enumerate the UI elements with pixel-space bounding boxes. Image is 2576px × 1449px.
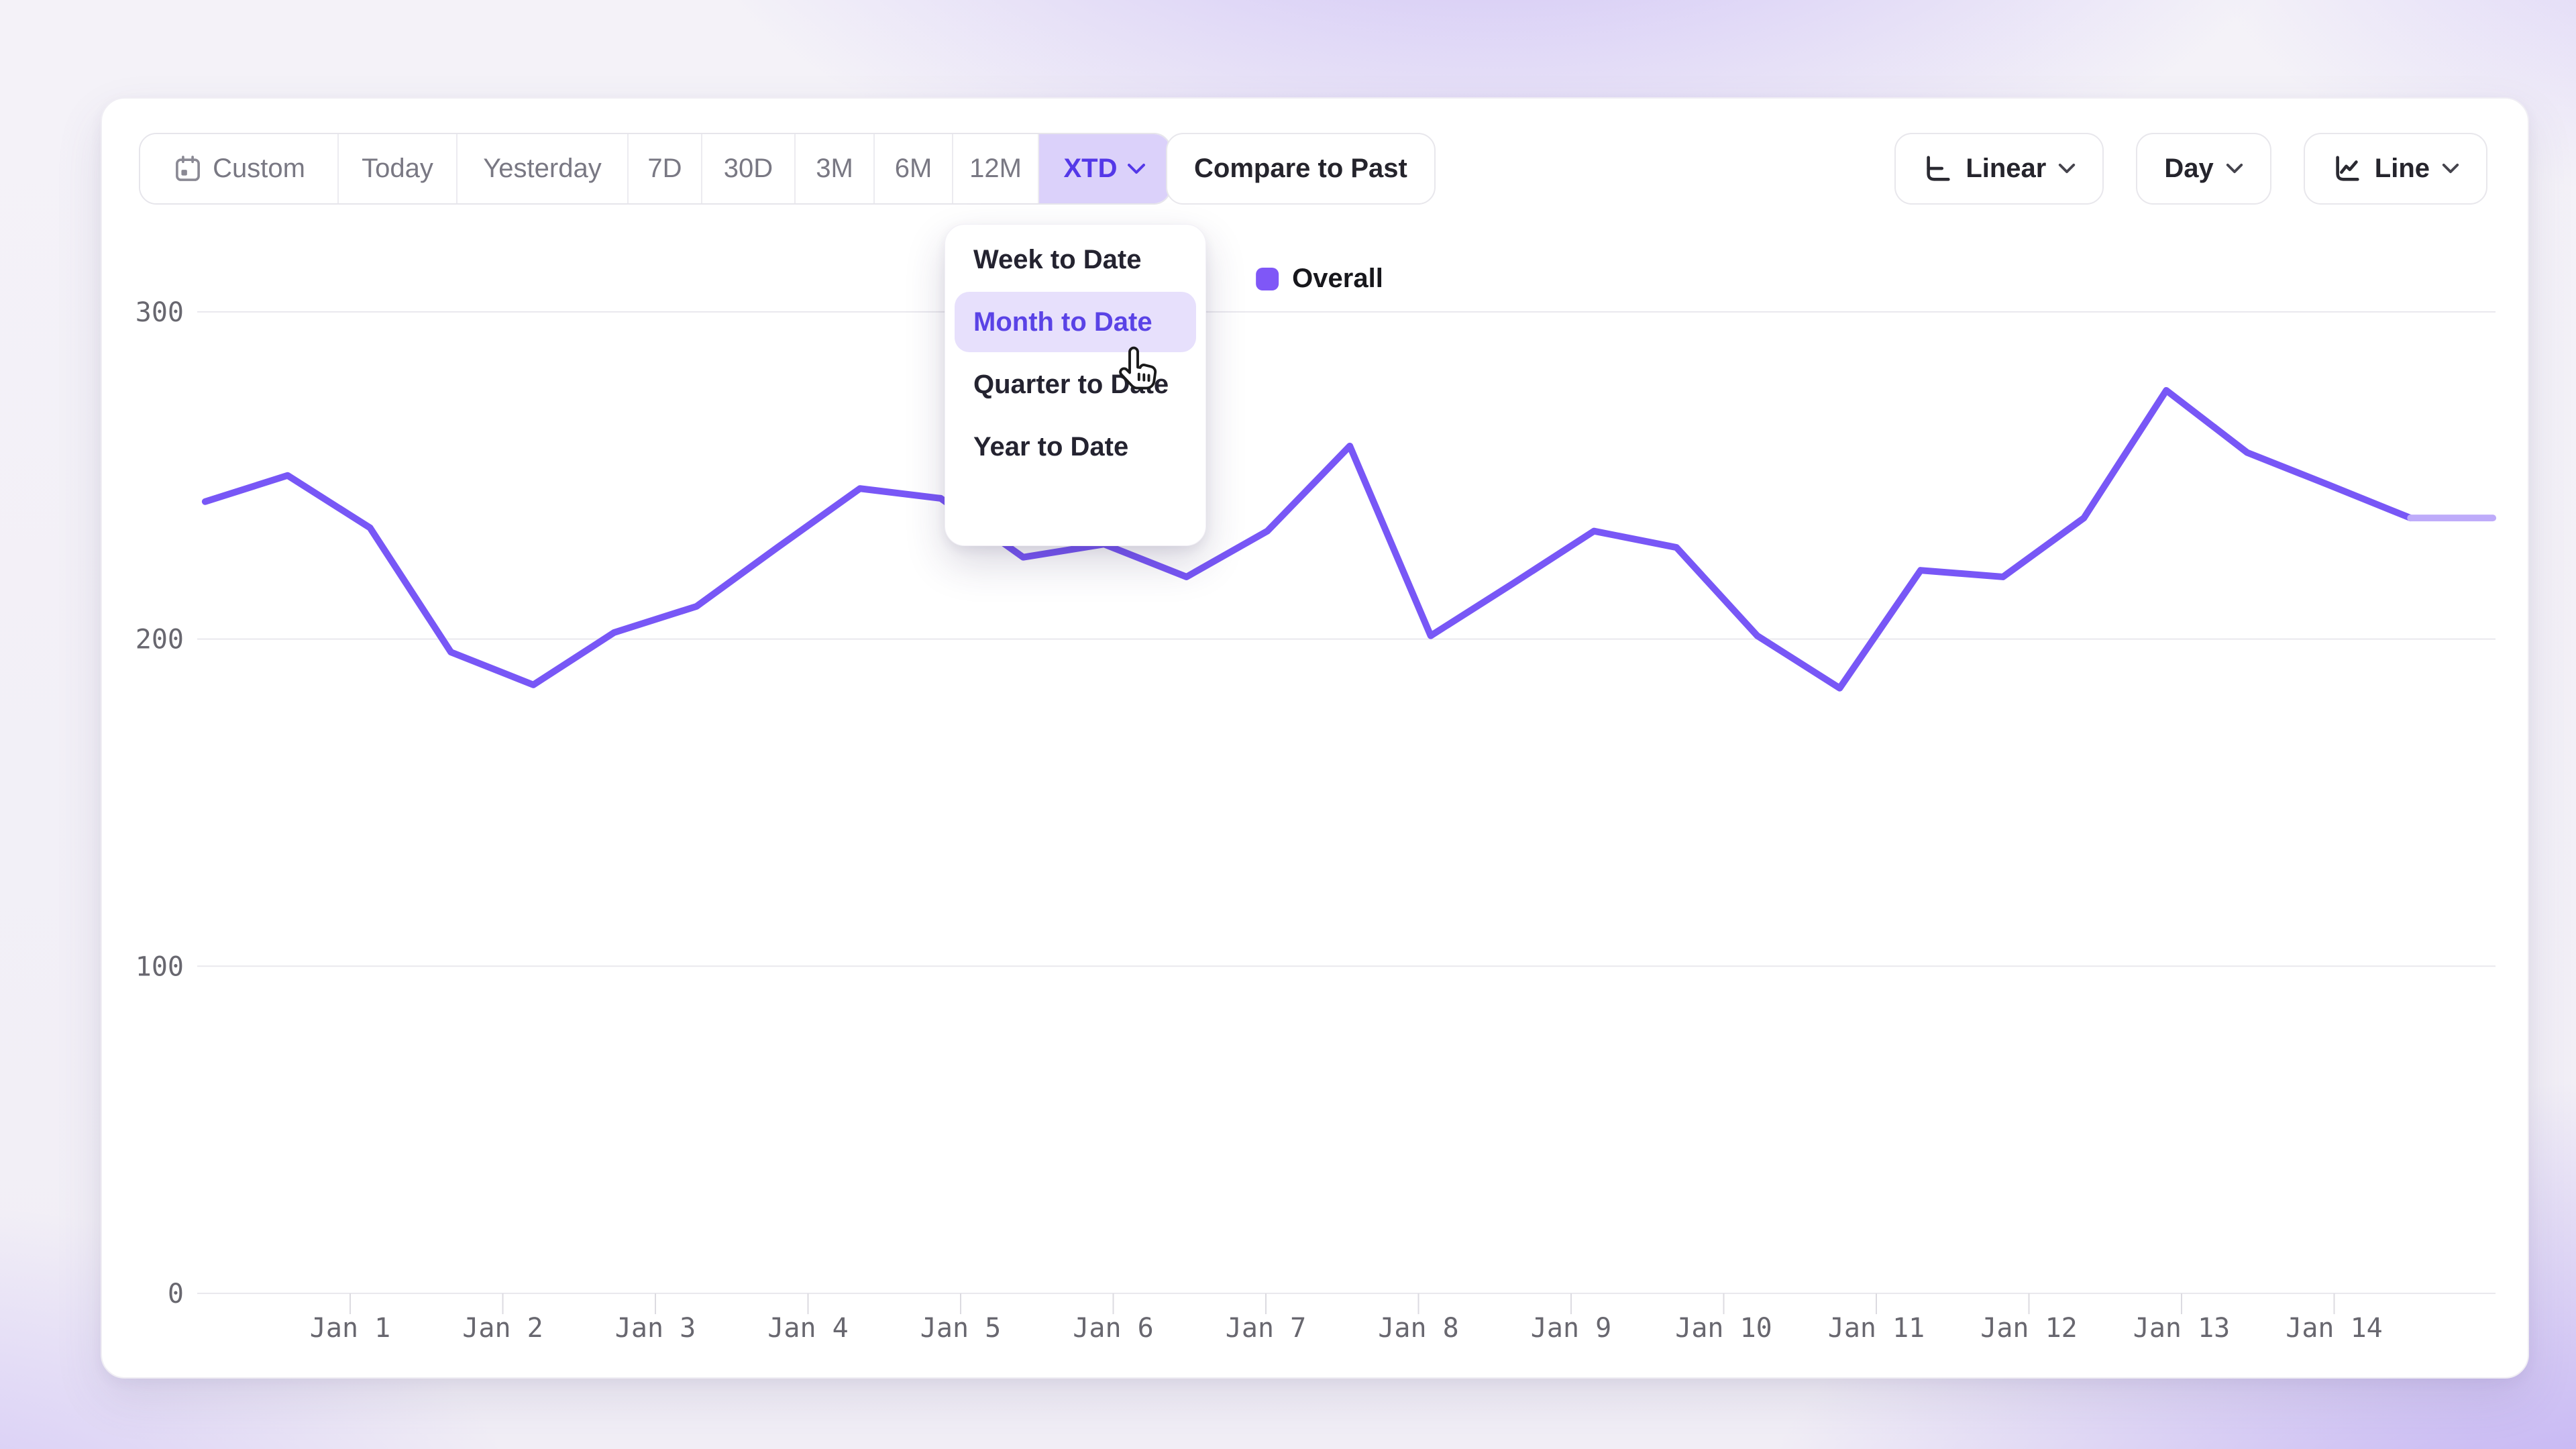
menu-item-label: Year to Date	[973, 432, 1128, 462]
svg-text:100: 100	[136, 951, 184, 982]
cursor-pointer-icon	[1112, 345, 1160, 401]
menu-item-quarter-to-date[interactable]: Quarter to Date	[955, 354, 1196, 415]
svg-text:Jan 11: Jan 11	[1828, 1313, 1925, 1344]
svg-text:0: 0	[168, 1279, 184, 1309]
svg-text:Jan 6: Jan 6	[1073, 1313, 1153, 1344]
xtd-dropdown-menu: Week to Date Month to Date Quarter to Da…	[945, 224, 1206, 546]
menu-item-month-to-date[interactable]: Month to Date	[955, 292, 1196, 352]
svg-text:Jan 5: Jan 5	[920, 1313, 1001, 1344]
chart-card: Custom Today Yesterday 7D 30D 3M 6M 12M …	[101, 97, 2529, 1379]
svg-text:Jan 12: Jan 12	[1980, 1313, 2078, 1344]
svg-text:Jan 9: Jan 9	[1531, 1313, 1611, 1344]
svg-text:Jan 8: Jan 8	[1378, 1313, 1458, 1344]
menu-item-label: Month to Date	[973, 307, 1152, 337]
svg-text:Jan 10: Jan 10	[1675, 1313, 1772, 1344]
svg-text:200: 200	[136, 625, 184, 655]
svg-text:300: 300	[136, 297, 184, 328]
menu-item-label: Week to Date	[973, 245, 1141, 275]
svg-text:Jan 14: Jan 14	[2286, 1313, 2383, 1344]
svg-text:Jan 2: Jan 2	[462, 1313, 543, 1344]
svg-text:Jan 4: Jan 4	[767, 1313, 848, 1344]
svg-text:Jan 3: Jan 3	[615, 1313, 696, 1344]
svg-text:Jan 1: Jan 1	[310, 1313, 390, 1344]
svg-text:Jan 13: Jan 13	[2133, 1313, 2231, 1344]
line-chart: 0 100 200 300 Jan 1 Jan 2 Jan 3 Jan 4 Jan 5 Jan 6…	[102, 99, 2530, 1380]
svg-text:Jan 7: Jan 7	[1226, 1313, 1306, 1344]
menu-item-week-to-date[interactable]: Week to Date	[955, 229, 1196, 290]
menu-item-year-to-date[interactable]: Year to Date	[955, 417, 1196, 477]
